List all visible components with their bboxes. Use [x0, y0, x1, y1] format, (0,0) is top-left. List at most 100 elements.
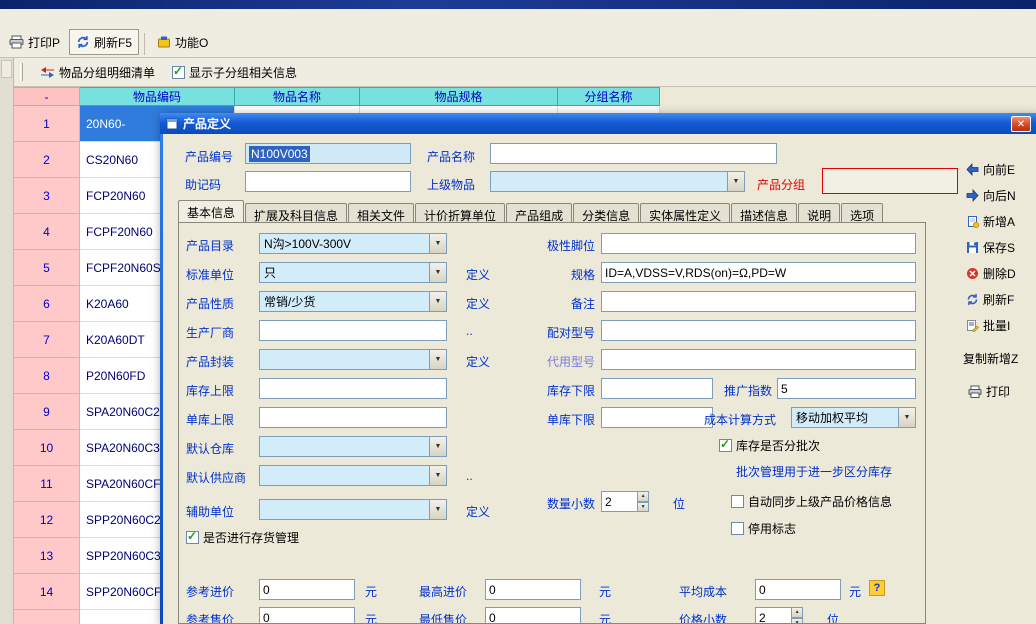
cost-method-select[interactable]: 移动加权平均 ▼: [791, 407, 916, 428]
spin-down-icon[interactable]: ▼: [792, 618, 803, 624]
col-header-name[interactable]: 物品名称: [235, 87, 360, 106]
functions-button[interactable]: 功能O: [150, 29, 215, 55]
inventory-mgmt-checkbox[interactable]: 是否进行存货管理: [186, 529, 299, 546]
min-sale-field[interactable]: [485, 607, 581, 624]
chevron-down-icon[interactable]: ▼: [429, 500, 446, 519]
chevron-down-icon[interactable]: ▼: [898, 408, 915, 427]
chevron-down-icon[interactable]: ▼: [727, 172, 744, 191]
refresh-record-button-label: 刷新F: [983, 291, 1014, 308]
disabled-flag-label: 停用标志: [748, 520, 796, 537]
col-header-spec[interactable]: 物品规格: [360, 87, 558, 106]
mnemonic-field[interactable]: [245, 171, 411, 192]
disabled-flag-checkbox[interactable]: 停用标志: [731, 520, 796, 537]
refresh-record-button[interactable]: 刷新F: [966, 291, 1014, 308]
batch-button[interactable]: 批量I: [966, 317, 1010, 334]
package-define-link[interactable]: 定义: [466, 353, 490, 370]
manufacturer-field[interactable]: [259, 320, 447, 341]
prev-button[interactable]: 向前E: [966, 161, 1015, 178]
chevron-down-icon[interactable]: ▼: [429, 292, 446, 311]
col-header-index[interactable]: -: [14, 87, 80, 106]
chevron-down-icon[interactable]: ▼: [429, 437, 446, 456]
single-upper-field[interactable]: [259, 407, 447, 428]
batch-checkbox-input[interactable]: [719, 439, 732, 452]
price-decimal-input[interactable]: [755, 607, 792, 624]
add-button[interactable]: 新增A: [966, 213, 1015, 230]
avg-cost-field[interactable]: [755, 579, 841, 600]
show-subgroup-label: 显示子分组相关信息: [189, 64, 297, 81]
ref-sale-label: 参考售价: [186, 611, 234, 624]
inventory-mgmt-checkbox-input[interactable]: [186, 531, 199, 544]
copy-add-button[interactable]: 复制新增Z: [963, 350, 1018, 367]
qty-decimal-spinner[interactable]: ▲ ▼: [601, 491, 649, 512]
row-number: 9: [14, 394, 80, 430]
ref-sale-field[interactable]: [259, 607, 355, 624]
autosync-checkbox[interactable]: 自动同步上级产品价格信息: [731, 493, 892, 510]
print-record-button[interactable]: 打印: [968, 383, 1010, 400]
aux-unit-define-link[interactable]: 定义: [466, 503, 490, 520]
stock-upper-field[interactable]: [259, 378, 447, 399]
promo-index-field[interactable]: [777, 378, 916, 399]
ref-purchase-label: 参考进价: [186, 583, 234, 600]
batch-checkbox[interactable]: 库存是否分批次: [719, 437, 820, 454]
price-decimal-spinner[interactable]: ▲ ▼: [755, 607, 803, 624]
panel-grip[interactable]: [1, 60, 12, 78]
ref-purchase-field[interactable]: [259, 579, 355, 600]
catalog-select[interactable]: N沟>100V-300V ▼: [259, 233, 447, 254]
parent-item-select[interactable]: ▼: [490, 171, 745, 192]
print-button-label: 打印P: [28, 34, 60, 51]
manufacturer-browse-link[interactable]: ..: [466, 324, 473, 338]
row-number: 1: [14, 106, 80, 142]
add-button-label: 新增A: [983, 213, 1015, 230]
save-button[interactable]: 保存S: [966, 239, 1015, 256]
chevron-down-icon[interactable]: ▼: [429, 350, 446, 369]
toolbar-grip[interactable]: [20, 63, 23, 81]
mnemonic-label: 助记码: [185, 176, 221, 193]
nature-define-link[interactable]: 定义: [466, 295, 490, 312]
autosync-checkbox-input[interactable]: [731, 495, 744, 508]
spin-up-icon[interactable]: ▲: [792, 607, 803, 618]
product-group-box[interactable]: [822, 168, 958, 194]
col-header-group[interactable]: 分组名称: [558, 87, 660, 106]
dialog-titlebar[interactable]: 产品定义: [160, 113, 1036, 134]
std-unit-select[interactable]: 只 ▼: [259, 262, 447, 283]
polarity-field[interactable]: [601, 233, 916, 254]
default-supplier-browse-link[interactable]: ..: [466, 469, 473, 483]
package-select[interactable]: ▼: [259, 349, 447, 370]
substitute-model-field[interactable]: [601, 349, 916, 370]
help-icon[interactable]: ?: [869, 580, 885, 596]
chevron-down-icon[interactable]: ▼: [429, 466, 446, 485]
delete-button[interactable]: 删除D: [966, 265, 1016, 282]
single-lower-field[interactable]: [601, 407, 713, 428]
spin-up-icon[interactable]: ▲: [638, 491, 649, 502]
max-purchase-field[interactable]: [485, 579, 581, 600]
remark-field[interactable]: [601, 291, 916, 312]
chevron-down-icon[interactable]: ▼: [429, 263, 446, 282]
product-group-label: 产品分组: [757, 176, 805, 193]
chevron-down-icon[interactable]: ▼: [429, 234, 446, 253]
stock-lower-field[interactable]: [601, 378, 713, 399]
disabled-flag-checkbox-input[interactable]: [731, 522, 744, 535]
print-button[interactable]: 打印P: [2, 29, 67, 55]
group-list-button[interactable]: 物品分组明细清单: [33, 61, 162, 84]
refresh-button[interactable]: 刷新F5: [69, 29, 139, 55]
paired-model-label: 配对型号: [519, 324, 595, 341]
show-subgroup-checkbox-input[interactable]: [172, 66, 185, 79]
nature-select[interactable]: 常销/少货 ▼: [259, 291, 447, 312]
qty-decimal-input[interactable]: [601, 491, 638, 512]
default-warehouse-select[interactable]: ▼: [259, 436, 447, 457]
default-supplier-select[interactable]: ▼: [259, 465, 447, 486]
product-no-field[interactable]: N100V003: [245, 143, 411, 164]
arrow-right-icon: [966, 189, 979, 202]
product-name-field[interactable]: [490, 143, 777, 164]
printer-icon: [9, 35, 24, 49]
std-unit-define-link[interactable]: 定义: [466, 266, 490, 283]
next-button[interactable]: 向后N: [966, 187, 1016, 204]
show-subgroup-checkbox[interactable]: 显示子分组相关信息: [172, 64, 297, 81]
main-toolbar: 打印P 刷新F5 功能O: [0, 9, 1036, 58]
col-header-code[interactable]: 物品编码: [80, 87, 235, 106]
aux-unit-select[interactable]: ▼: [259, 499, 447, 520]
close-button[interactable]: ✕: [1011, 116, 1031, 132]
spec-field[interactable]: [601, 262, 916, 283]
spin-down-icon[interactable]: ▼: [638, 502, 649, 513]
paired-model-field[interactable]: [601, 320, 916, 341]
